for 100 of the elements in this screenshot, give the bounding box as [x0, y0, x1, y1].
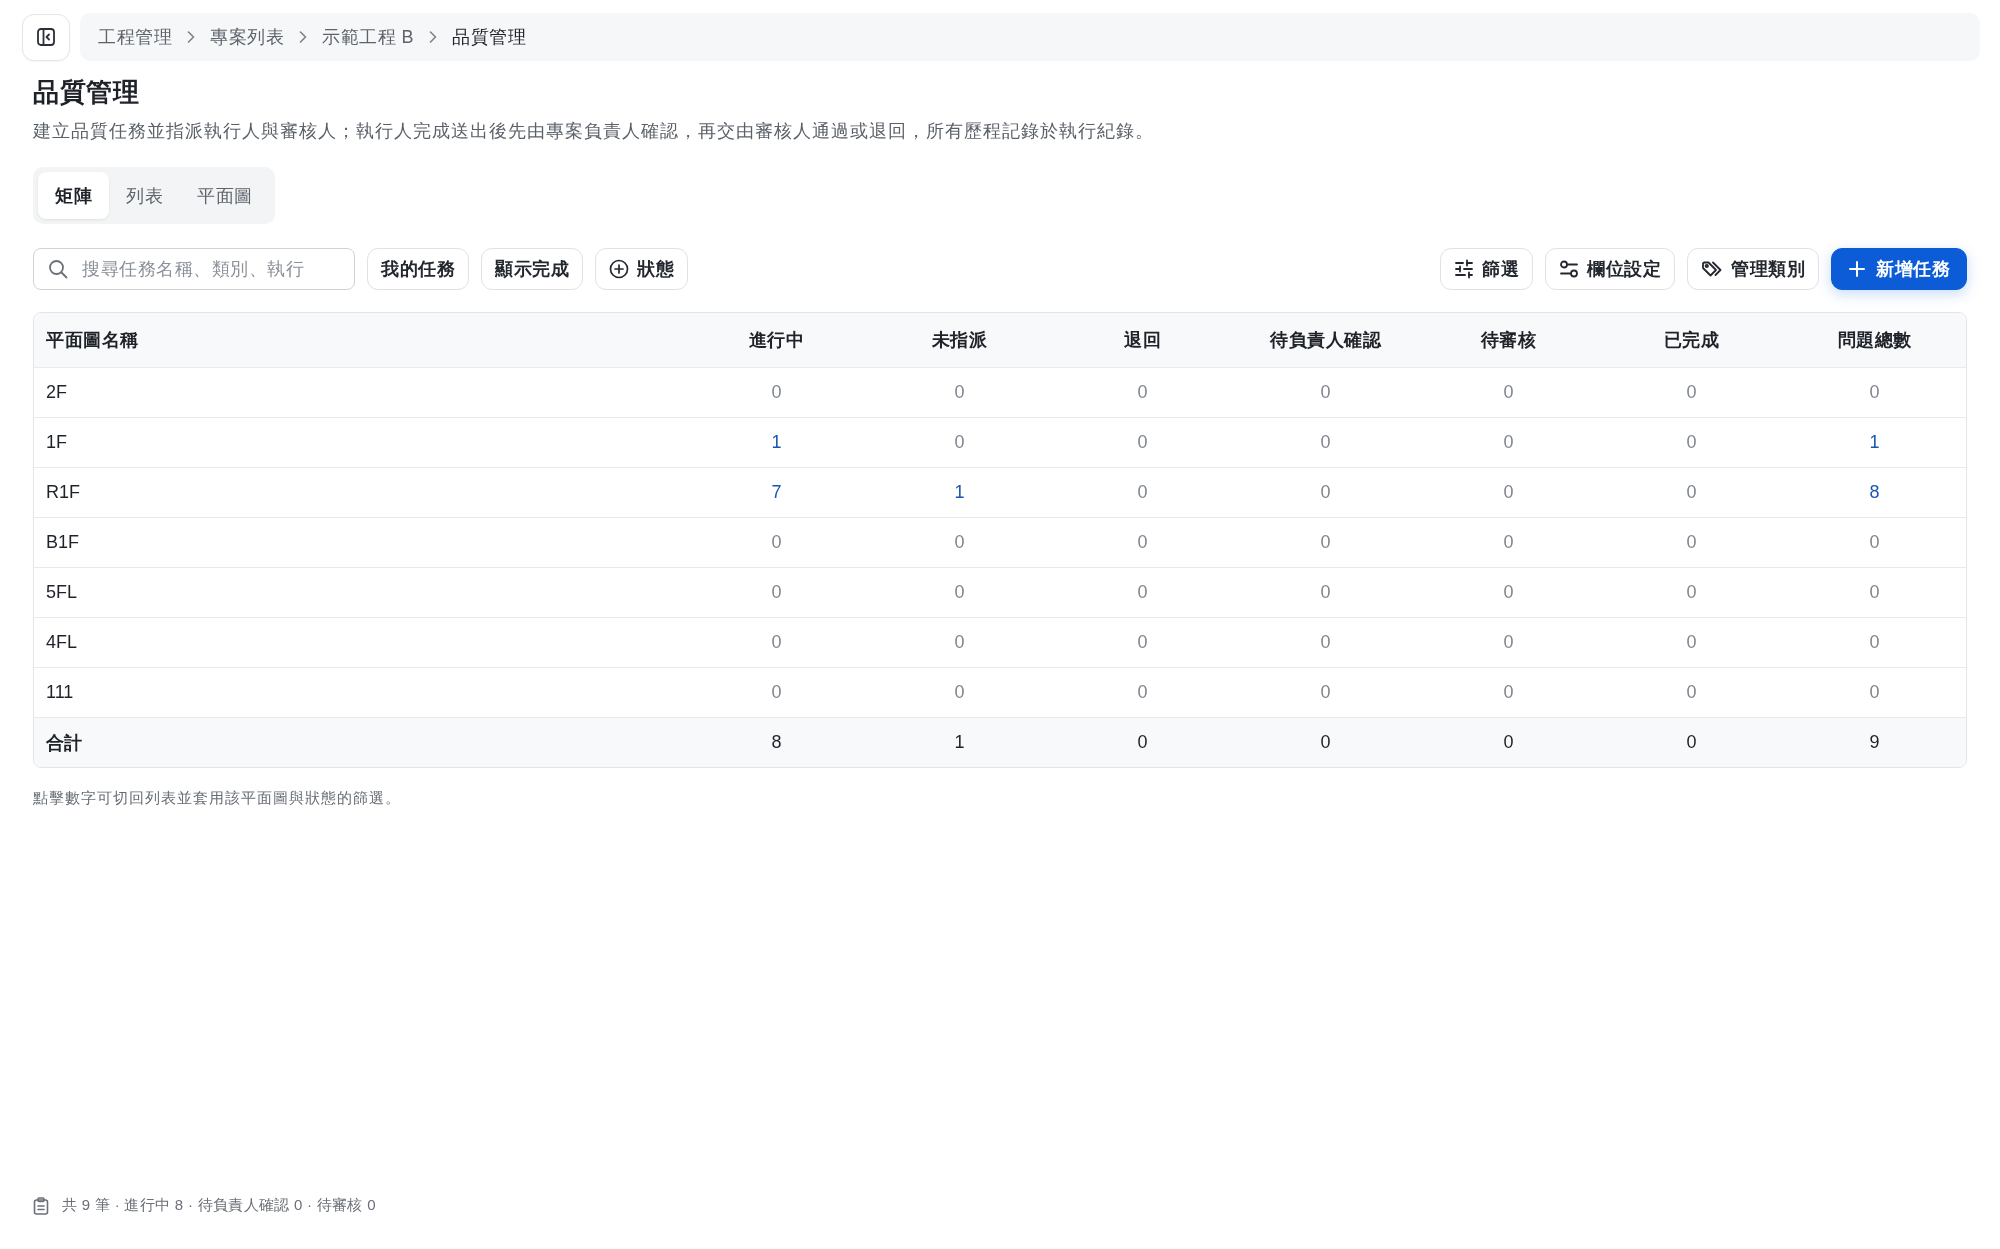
- count-cell: 0: [1503, 582, 1514, 603]
- filter-button[interactable]: 我的任務: [367, 248, 469, 290]
- view-tab[interactable]: 矩陣: [38, 172, 109, 219]
- search-field[interactable]: 搜尋任務名稱、類別、執行: [33, 248, 355, 290]
- count-cell: 0: [1686, 582, 1697, 603]
- total-cell: 1: [954, 732, 965, 753]
- chevron-right-icon: [299, 31, 307, 43]
- search-icon: [48, 259, 68, 279]
- total-cell: 8: [771, 732, 782, 753]
- floor-name-cell: 1F: [46, 432, 67, 453]
- count-cell: 0: [1686, 682, 1697, 703]
- count-cell: 0: [1686, 382, 1697, 403]
- count-cell: 0: [1503, 432, 1514, 453]
- clipboard-icon: [33, 1196, 49, 1215]
- count-cell: 0: [954, 532, 965, 553]
- count-cell: 0: [771, 532, 782, 553]
- sidebar-toggle-button[interactable]: [22, 13, 70, 61]
- total-cell: 0: [1686, 732, 1697, 753]
- toggles-icon: [1559, 259, 1579, 279]
- column-header: 未指派: [931, 329, 988, 352]
- count-cell: 0: [771, 382, 782, 403]
- count-cell: 0: [1137, 382, 1148, 403]
- chevron-right-icon: [429, 31, 437, 43]
- count-cell: 0: [1137, 432, 1148, 453]
- column-header: 待負責人確認: [1270, 329, 1381, 352]
- column-header: 問題總數: [1837, 329, 1912, 352]
- plus-circle-icon: [609, 259, 629, 279]
- count-cell: 0: [1320, 632, 1331, 653]
- column-header: 已完成: [1663, 329, 1720, 352]
- breadcrumb-current: 品質管理: [452, 26, 526, 49]
- breadcrumb-link[interactable]: 專案列表: [210, 25, 284, 49]
- count-cell: 0: [1503, 682, 1514, 703]
- count-cell: 0: [1137, 482, 1148, 503]
- count-cell: 0: [771, 632, 782, 653]
- count-cell: 0: [1320, 482, 1331, 503]
- breadcrumb-link[interactable]: 示範工程 B: [322, 25, 414, 49]
- total-cell: 9: [1869, 732, 1880, 753]
- count-cell: 0: [1137, 682, 1148, 703]
- count-link[interactable]: 7: [771, 482, 782, 503]
- count-cell: 0: [954, 382, 965, 403]
- count-cell: 0: [1137, 582, 1148, 603]
- count-cell: 0: [1137, 532, 1148, 553]
- count-cell: 0: [1137, 632, 1148, 653]
- count-cell: 0: [1503, 382, 1514, 403]
- toolbar-button[interactable]: 欄位設定: [1545, 248, 1675, 290]
- panel-left-icon: [36, 27, 56, 47]
- chevron-right-icon: [187, 31, 195, 43]
- count-cell: 0: [1503, 632, 1514, 653]
- floor-name-cell: 111: [46, 682, 74, 703]
- count-link[interactable]: 1: [1869, 432, 1880, 453]
- count-cell: 0: [1320, 532, 1331, 553]
- count-cell: 0: [1686, 482, 1697, 503]
- floor-name-cell: 5FL: [46, 582, 78, 603]
- count-cell: 0: [1503, 532, 1514, 553]
- count-cell: 0: [771, 582, 782, 603]
- count-cell: 0: [1869, 382, 1880, 403]
- count-cell: 0: [1869, 682, 1880, 703]
- page-description: 建立品質任務並指派執行人與審核人；執行人完成送出後先由專案負責人確認，再交由審核人通過或退回，所有歷程記錄於執行紀錄。: [33, 120, 1154, 143]
- count-cell: 0: [1869, 632, 1880, 653]
- count-cell: 0: [954, 632, 965, 653]
- floor-name-cell: 4FL: [46, 632, 78, 653]
- count-link[interactable]: 1: [954, 482, 965, 503]
- view-tab[interactable]: 列表: [109, 172, 180, 219]
- filter-button[interactable]: 狀態: [595, 248, 688, 290]
- count-cell: 0: [1869, 582, 1880, 603]
- total-cell: 0: [1137, 732, 1148, 753]
- total-cell: 0: [1503, 732, 1514, 753]
- count-cell: 0: [1686, 632, 1697, 653]
- count-cell: 0: [1686, 432, 1697, 453]
- plus-icon: [1848, 260, 1866, 278]
- count-cell: 0: [1320, 582, 1331, 603]
- page-title: 品質管理: [33, 76, 139, 109]
- count-link[interactable]: 8: [1869, 482, 1880, 503]
- count-cell: 0: [1320, 682, 1331, 703]
- count-link[interactable]: 1: [771, 432, 782, 453]
- count-cell: 0: [1869, 532, 1880, 553]
- hint-text: 點擊數字可切回列表並套用該平面圖與狀態的篩選。: [33, 788, 401, 808]
- column-header: 待審核: [1480, 329, 1537, 352]
- total-label: 合計: [46, 731, 82, 755]
- count-cell: 0: [771, 682, 782, 703]
- toolbar-button[interactable]: 篩選: [1440, 248, 1533, 290]
- count-cell: 0: [954, 432, 965, 453]
- tags-icon: [1701, 259, 1723, 279]
- count-cell: 0: [954, 582, 965, 603]
- new-task-button[interactable]: 新增任務: [1831, 248, 1967, 290]
- filter-button[interactable]: 顯示完成: [481, 248, 583, 290]
- view-tab[interactable]: 平面圖: [180, 172, 270, 219]
- sliders-icon: [1454, 259, 1474, 279]
- count-cell: 0: [1320, 382, 1331, 403]
- column-header: 進行中: [748, 329, 805, 352]
- count-cell: 0: [1503, 482, 1514, 503]
- breadcrumb-link[interactable]: 工程管理: [98, 25, 172, 49]
- count-cell: 0: [1686, 532, 1697, 553]
- floor-name-cell: 2F: [46, 382, 67, 403]
- column-header: 退回: [1124, 329, 1161, 352]
- floor-name-cell: B1F: [46, 532, 79, 553]
- toolbar-button[interactable]: 管理類別: [1687, 248, 1819, 290]
- count-cell: 0: [1320, 432, 1331, 453]
- floor-name-cell: R1F: [46, 482, 80, 503]
- column-header: 平面圖名稱: [46, 329, 139, 352]
